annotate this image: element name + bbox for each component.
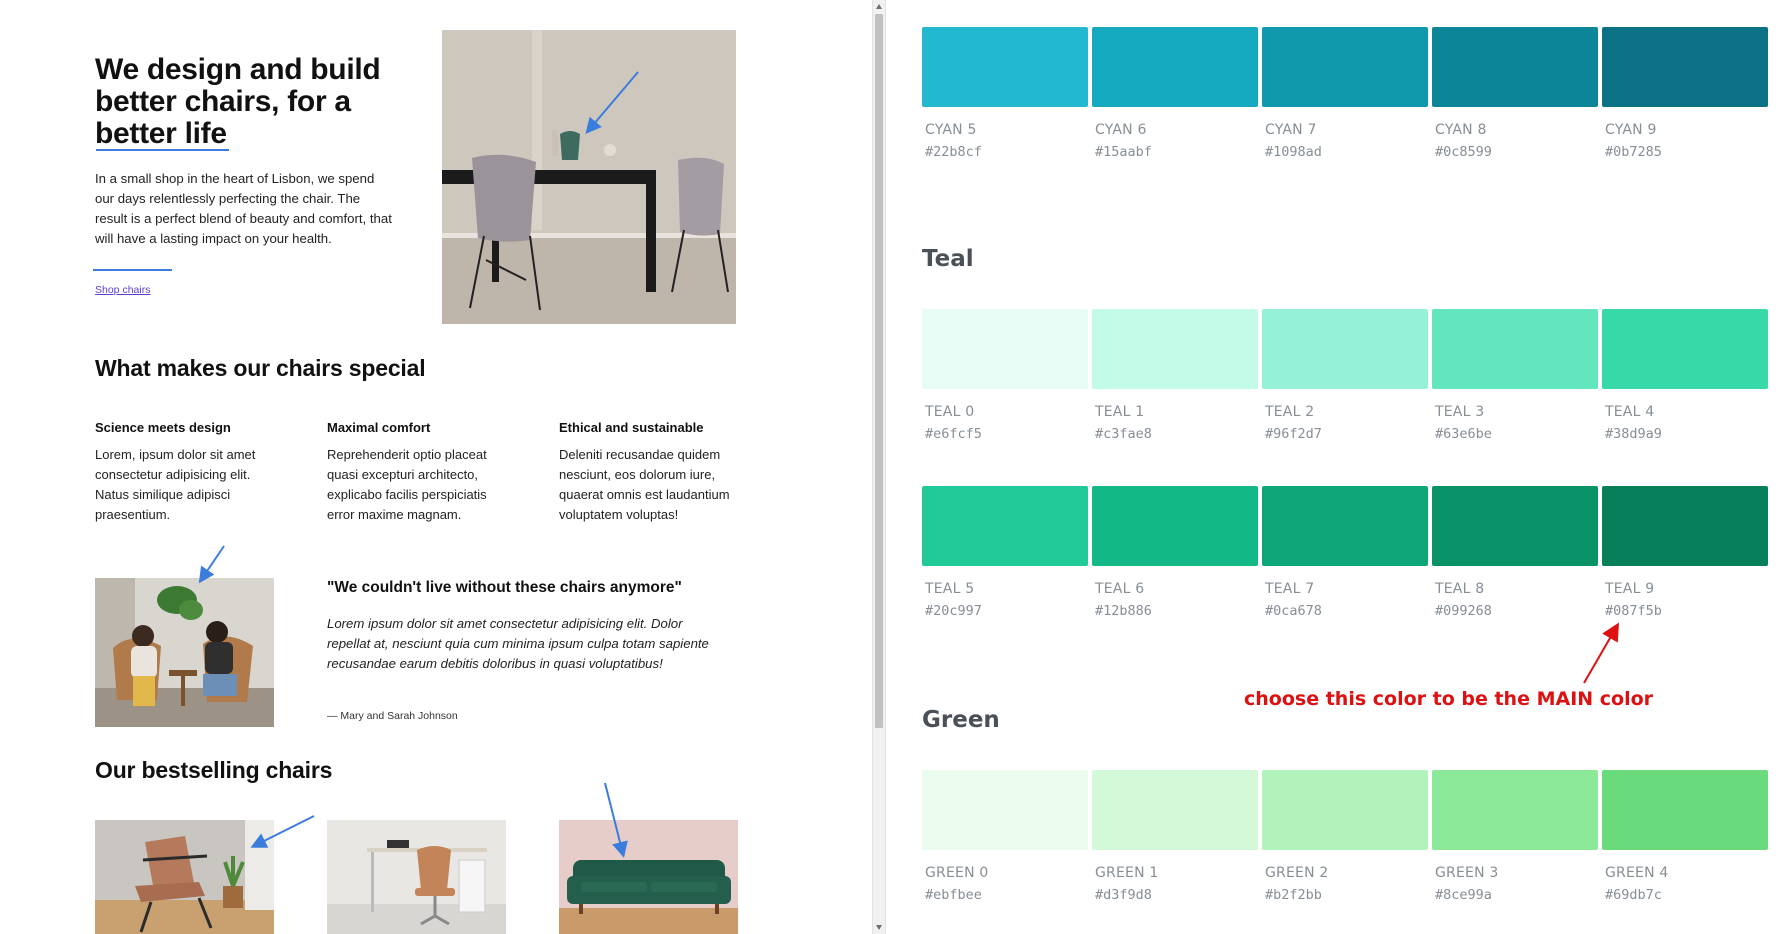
swatch-hex: #69db7c xyxy=(1605,887,1662,903)
testimonial-text: Lorem ipsum dolor sit amet consectetur a… xyxy=(327,616,709,671)
swatch-color-block[interactable] xyxy=(922,770,1088,850)
bestseller-green-sofa-photo[interactable] xyxy=(559,820,738,934)
color-palette-page: CYAN 5 #22b8cf CYAN 6 #15aabf CYAN 7 #10… xyxy=(886,0,1784,934)
swatch-name: GREEN 4 xyxy=(1605,865,1669,881)
swatch-name: GREEN 3 xyxy=(1435,865,1499,881)
swatch-green-1[interactable]: GREEN 1 #d3f9d8 xyxy=(1092,770,1258,903)
swatch-hex: #ebfbee xyxy=(925,887,982,903)
swatch-hex: #d3f9d8 xyxy=(1095,887,1152,903)
green-group-title: Green xyxy=(922,707,1000,733)
swatch-color-block[interactable] xyxy=(1262,770,1428,850)
shop-chairs-link[interactable]: Shop chairs xyxy=(95,284,150,296)
feature-text-comfort: Reprehenderit optio placeat quasi except… xyxy=(327,447,487,522)
swatch-color-block[interactable] xyxy=(1092,770,1258,850)
landing-page: We design and build better chairs, for a… xyxy=(0,0,872,934)
hero-dining-photo xyxy=(442,30,736,324)
bestseller-leather-chair-photo[interactable] xyxy=(95,820,274,934)
bestseller-office-chair-photo[interactable] xyxy=(327,820,506,934)
swatch-green-0[interactable]: GREEN 0 #ebfbee xyxy=(922,770,1088,903)
feature-text-science: Lorem, ipsum dolor sit amet consectetur … xyxy=(95,447,256,522)
feature-title-comfort: Maximal comfort xyxy=(327,420,431,435)
swatch-name: GREEN 1 xyxy=(1095,865,1159,881)
swatch-green-3[interactable]: GREEN 3 #8ce99a xyxy=(1432,770,1598,903)
bestsellers-title: Our bestselling chairs xyxy=(95,757,333,783)
vertical-scrollbar[interactable] xyxy=(872,0,886,934)
scrollbar-thumb[interactable] xyxy=(875,14,883,728)
swatch-color-block[interactable] xyxy=(1432,770,1598,850)
scroll-up-arrow-icon[interactable] xyxy=(876,4,882,9)
swatch-hex: #b2f2bb xyxy=(1265,887,1322,903)
swatch-green-2[interactable]: GREEN 2 #b2f2bb xyxy=(1262,770,1428,903)
swatch-color-block[interactable] xyxy=(1602,770,1768,850)
features-title: What makes our chairs special xyxy=(95,355,426,381)
testimonial-author: — Mary and Sarah Johnson xyxy=(327,710,458,722)
feature-title-science: Science meets design xyxy=(95,420,231,435)
swatch-hex: #8ce99a xyxy=(1435,887,1492,903)
swatch-name: GREEN 2 xyxy=(1265,865,1329,881)
hero-description: In a small shop in the heart of Lisbon, … xyxy=(95,171,392,246)
testimonial-title: "We couldn't live without these chairs a… xyxy=(327,579,682,596)
scroll-down-arrow-icon[interactable] xyxy=(876,925,882,930)
feature-title-ethical: Ethical and sustainable xyxy=(559,420,704,435)
green-swatch-row: GREEN 0 #ebfbee GREEN 1 #d3f9d8 GREEN 2 … xyxy=(922,770,1774,910)
hero-title: We design and build better chairs, for a… xyxy=(95,53,381,150)
swatch-name: GREEN 0 xyxy=(925,865,989,881)
swatch-green-4[interactable]: GREEN 4 #69db7c xyxy=(1602,770,1768,903)
feature-text-ethical: Deleniti recusandae quidem nesciunt, eos… xyxy=(559,447,730,522)
testimonial-customers-photo xyxy=(95,578,274,727)
